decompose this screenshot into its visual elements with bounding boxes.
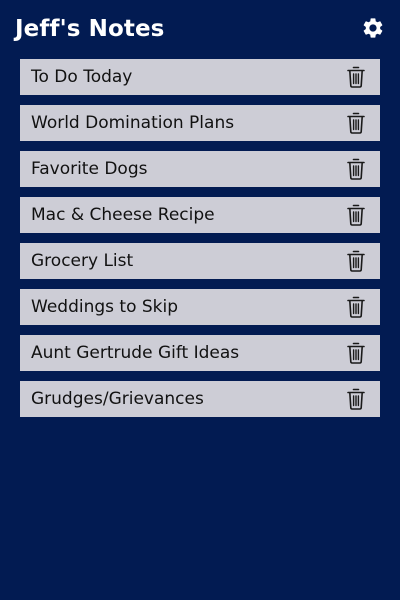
notes-list: To Do Today World Domination Plans Favor… (20, 59, 380, 427)
note-item[interactable]: Mac & Cheese Recipe (20, 197, 380, 233)
note-label: Favorite Dogs (31, 159, 148, 179)
delete-note-button[interactable] (345, 249, 367, 273)
delete-note-button[interactable] (345, 341, 367, 365)
trash-icon (347, 112, 365, 134)
note-item[interactable]: Favorite Dogs (20, 151, 380, 187)
delete-note-button[interactable] (345, 387, 367, 411)
trash-icon (347, 158, 365, 180)
notes-app: Jeff's Notes To Do Today World Dominatio… (0, 0, 400, 600)
note-label: Grocery List (31, 251, 134, 271)
delete-note-button[interactable] (345, 203, 367, 227)
trash-icon (347, 388, 365, 410)
delete-note-button[interactable] (345, 65, 367, 89)
note-item[interactable]: Aunt Gertrude Gift Ideas (20, 335, 380, 371)
note-item[interactable]: World Domination Plans (20, 105, 380, 141)
trash-icon (347, 342, 365, 364)
delete-note-button[interactable] (345, 111, 367, 135)
note-item[interactable]: Grudges/Grievances (20, 381, 380, 417)
trash-icon (347, 296, 365, 318)
note-label: To Do Today (31, 67, 133, 87)
settings-button[interactable] (359, 14, 387, 42)
trash-icon (347, 66, 365, 88)
trash-icon (347, 204, 365, 226)
gear-icon (363, 18, 383, 38)
page-title: Jeff's Notes (15, 16, 165, 42)
note-label: Weddings to Skip (31, 297, 179, 317)
note-label: World Domination Plans (31, 113, 235, 133)
note-item[interactable]: To Do Today (20, 59, 380, 95)
delete-note-button[interactable] (345, 295, 367, 319)
delete-note-button[interactable] (345, 157, 367, 181)
note-label: Aunt Gertrude Gift Ideas (31, 343, 240, 363)
app-header: Jeff's Notes (0, 0, 400, 58)
note-item[interactable]: Weddings to Skip (20, 289, 380, 325)
note-label: Grudges/Grievances (31, 389, 204, 409)
note-item[interactable]: Grocery List (20, 243, 380, 279)
note-label: Mac & Cheese Recipe (31, 205, 215, 225)
trash-icon (347, 250, 365, 272)
